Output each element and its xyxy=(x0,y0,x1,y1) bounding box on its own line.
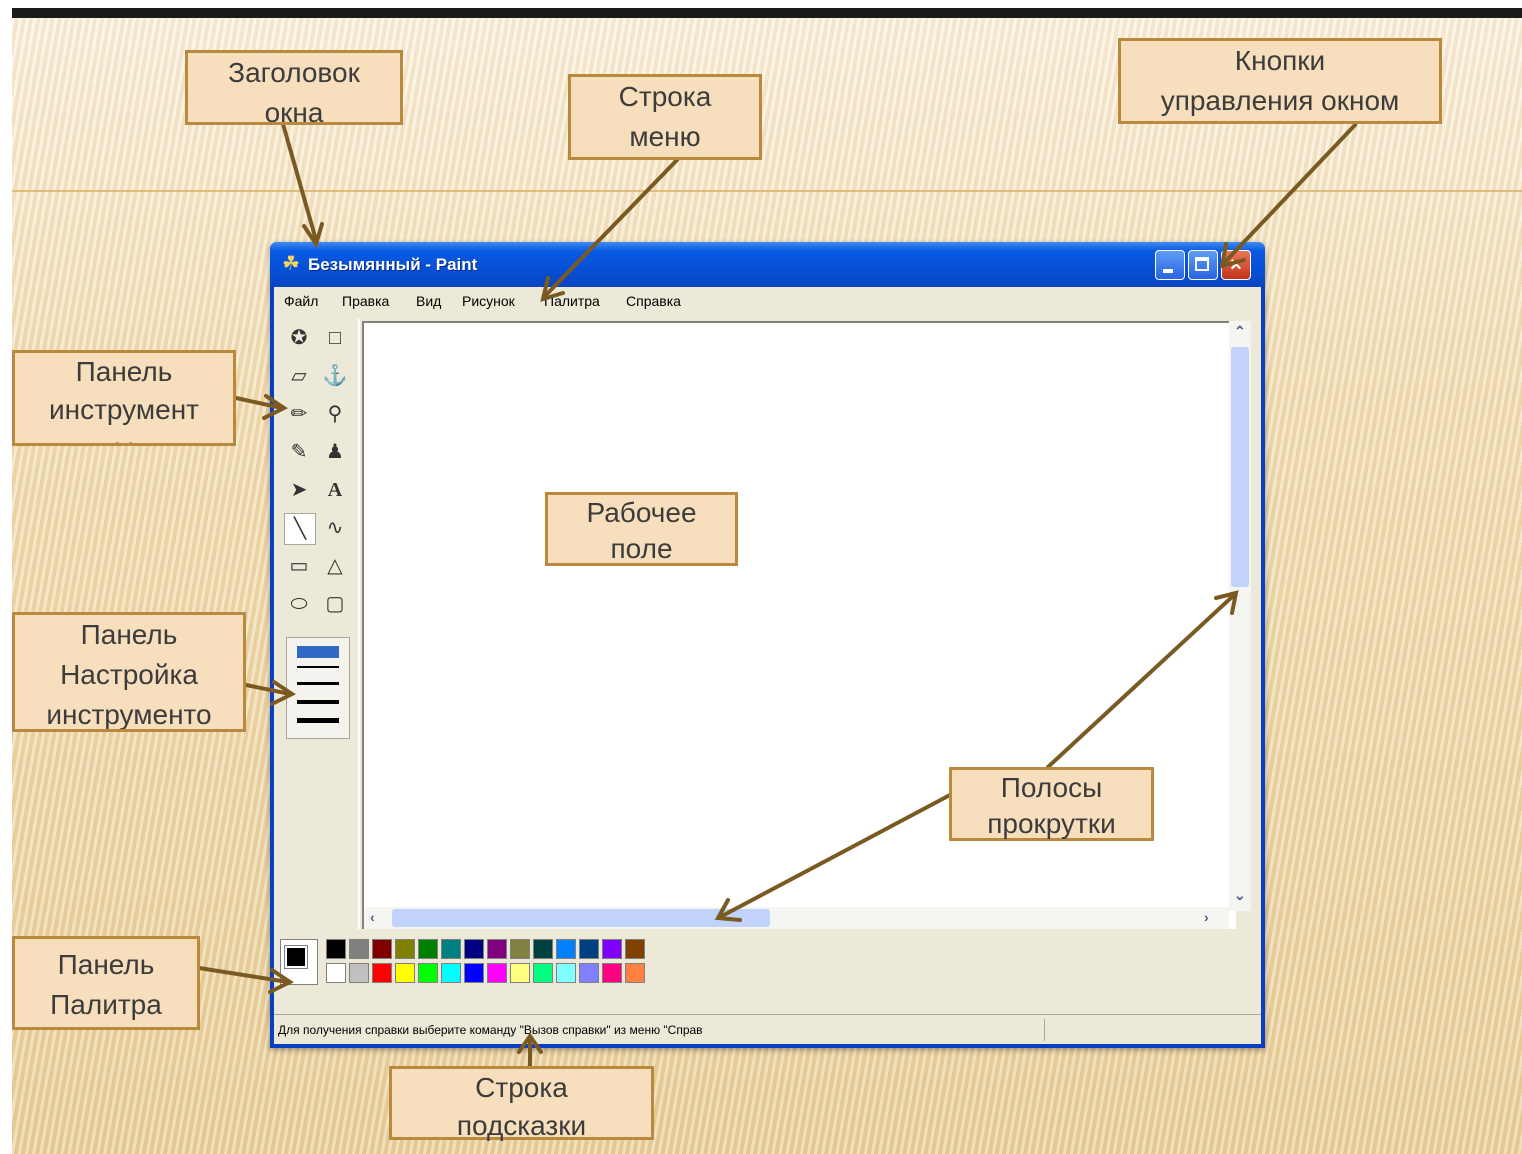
callout-scrollbars: Полосы прокрутки xyxy=(949,767,1154,841)
arrow-title-bar xyxy=(281,122,318,242)
arrow-window-controls xyxy=(1223,123,1357,264)
arrow-vscroll xyxy=(1046,594,1235,769)
callout-menu-bar: Строка меню xyxy=(568,74,762,160)
callout-toolbox: Панель инструмент ы xyxy=(12,350,236,446)
slide-stage: ☘ Безымянный - Paint × Файл Правка Вид Р… xyxy=(0,0,1522,1154)
callout-palette: Панель Палитра xyxy=(12,936,200,1030)
callout-title-bar: Заголовок окна xyxy=(185,50,403,125)
arrow-menu-bar xyxy=(543,158,679,298)
arrow-hscroll xyxy=(720,793,952,918)
callout-tool-settings: Панель Настройка инструменто в xyxy=(12,612,246,732)
callout-work-area: Рабочее поле xyxy=(545,492,738,566)
callout-window-controls: Кнопки управления окном xyxy=(1118,38,1442,124)
callout-status-bar: Строка подсказки xyxy=(389,1066,654,1141)
callout-arrows xyxy=(197,122,1357,1068)
